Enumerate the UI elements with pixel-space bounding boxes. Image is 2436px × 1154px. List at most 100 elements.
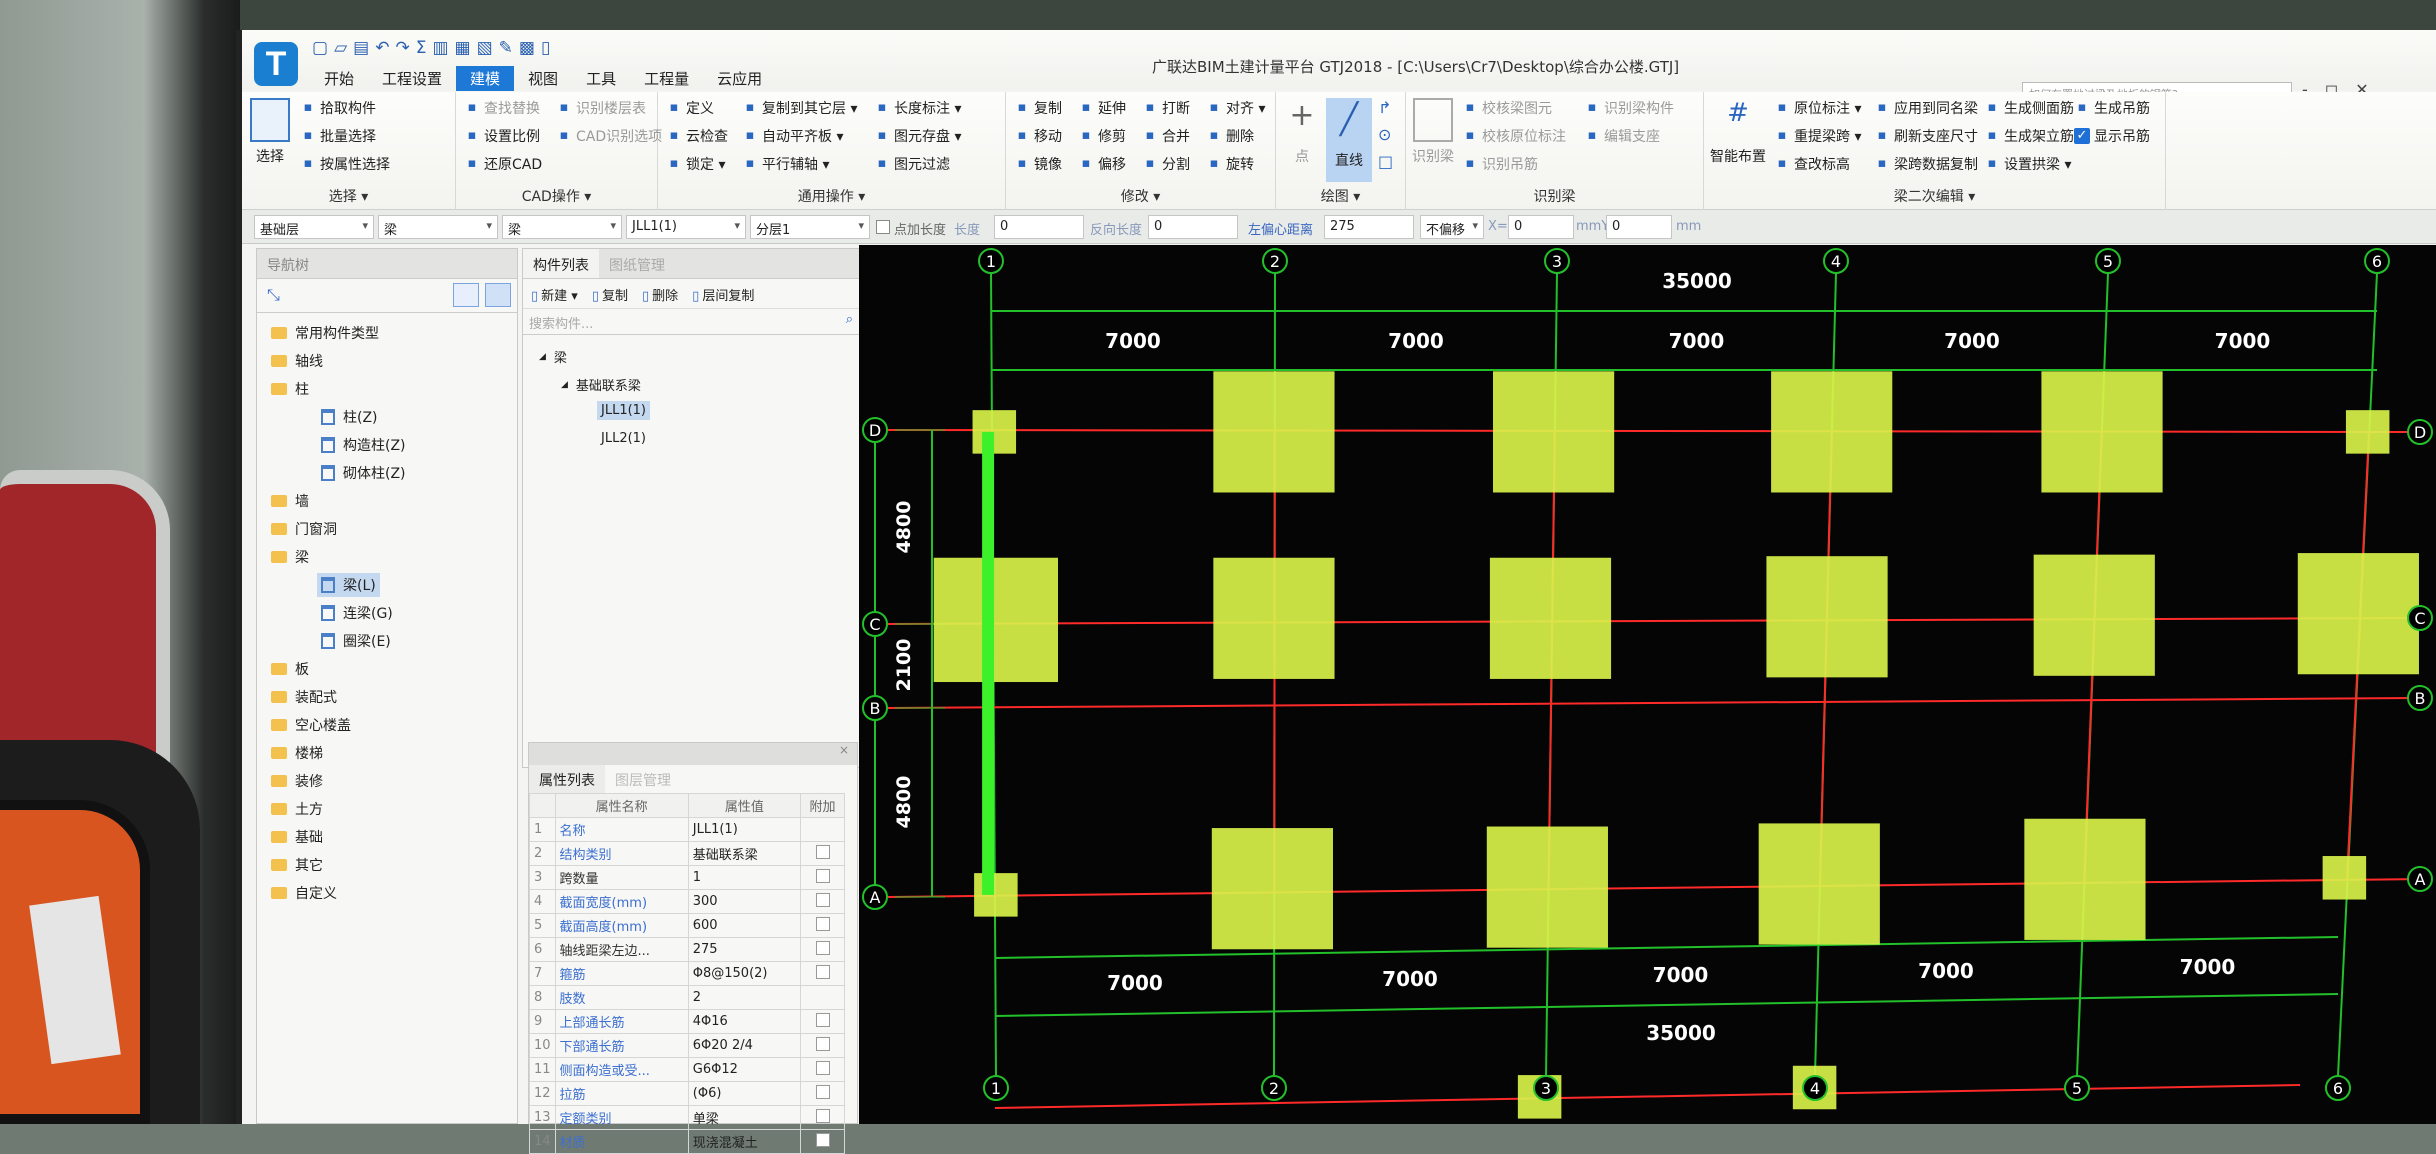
ribbon-item[interactable]: ▪ 偏移: [1078, 154, 1126, 174]
search-icon[interactable]: ⌕: [846, 312, 853, 327]
append-checkbox[interactable]: [815, 1084, 830, 1099]
nav-item[interactable]: 装配式: [267, 685, 341, 709]
layer-select[interactable]: 分层1: [750, 215, 870, 239]
nav-item[interactable]: 板: [267, 657, 313, 681]
ribbon-item[interactable]: ▪ 修剪: [1078, 126, 1126, 146]
nav-item[interactable]: 构造柱(Z): [317, 433, 410, 457]
table-row[interactable]: 8 肢数 2: [529, 985, 845, 1010]
append-checkbox[interactable]: [815, 844, 830, 859]
table-row[interactable]: 2 结构类别 基础联系梁: [529, 841, 845, 866]
nav-item[interactable]: 梁: [267, 545, 313, 569]
detail-view-icon[interactable]: [485, 283, 511, 307]
ribbon-item[interactable]: ▪ 对齐 ▾: [1206, 98, 1266, 118]
tab-0[interactable]: 开始: [310, 66, 368, 91]
append-checkbox[interactable]: [815, 1132, 830, 1147]
ribbon-item[interactable]: ▪ 自动平齐板 ▾: [742, 126, 857, 146]
length-input[interactable]: 0: [994, 215, 1084, 239]
ribbon-item[interactable]: ▪ 打断: [1142, 98, 1190, 118]
ribbon-item[interactable]: ▪ 还原CAD: [464, 154, 543, 174]
column[interactable]: [933, 557, 1059, 683]
ribbon-item[interactable]: ▪ 应用到同名梁: [1874, 98, 1978, 118]
property-value[interactable]: 275: [687, 937, 802, 962]
ribbon-item[interactable]: ▪ 拾取构件: [300, 98, 390, 118]
property-value[interactable]: 1: [687, 865, 802, 890]
property-value[interactable]: Φ8@150(2): [687, 961, 802, 986]
tree-item[interactable]: JLL1(1): [597, 401, 651, 420]
ribbon-item[interactable]: ▪ 校核原位标注: [1462, 126, 1566, 146]
nav-item[interactable]: 圈梁(E): [317, 629, 395, 653]
ribbon-item[interactable]: ▪ 删除: [1206, 126, 1265, 146]
column[interactable]: [1211, 828, 1333, 950]
tab-2[interactable]: 建模: [456, 66, 515, 91]
append-checkbox[interactable]: [815, 1012, 830, 1027]
component-select[interactable]: JLL1(1): [626, 215, 746, 239]
reverse-length-input[interactable]: 0: [1148, 215, 1238, 239]
ribbon-item[interactable]: ▪ 定义: [666, 98, 728, 118]
arc-icon[interactable]: ↱: [1378, 98, 1393, 117]
nav-item[interactable]: 梁(L): [317, 573, 380, 597]
tab-drawing-management[interactable]: 图纸管理: [599, 249, 675, 278]
ribbon-item[interactable]: ▪ 按属性选择: [300, 154, 390, 174]
property-value[interactable]: G6Φ12: [687, 1057, 802, 1082]
offset-input[interactable]: 275: [1324, 215, 1414, 239]
report-icon[interactable]: ▥: [432, 38, 448, 58]
ribbon-item[interactable]: ▪ 生成吊筋: [2074, 98, 2150, 118]
nav-item[interactable]: 墙: [267, 489, 313, 513]
nav-item[interactable]: 空心楼盖: [267, 713, 355, 737]
table-row[interactable]: 1 名称 JLL1(1): [529, 817, 845, 842]
toolbar-button[interactable]: ▯ 新建 ▾: [531, 285, 578, 304]
tab-5[interactable]: 工程量: [630, 66, 703, 91]
table-row[interactable]: 7 箍筋 Φ8@150(2): [529, 961, 845, 986]
extend-length-checkbox[interactable]: [876, 220, 890, 234]
append-checkbox[interactable]: [815, 1036, 830, 1051]
ribbon-item[interactable]: ▪ 复制到其它层 ▾: [742, 98, 858, 118]
column[interactable]: [2033, 554, 2155, 676]
tab-property-list[interactable]: 属性列表: [529, 765, 605, 793]
nav-item[interactable]: 轴线: [267, 349, 327, 373]
tab-component-list[interactable]: 构件列表: [523, 249, 599, 278]
ribbon-item[interactable]: ▪ 批量选择: [300, 126, 390, 146]
ribbon-item[interactable]: ▪ 锁定 ▾: [666, 154, 728, 174]
sum-icon[interactable]: Σ: [416, 38, 427, 58]
table-row[interactable]: 10 下部通长筋 6Φ20 2/4: [529, 1033, 845, 1058]
new-icon[interactable]: ▢: [312, 38, 328, 58]
toolbar-button[interactable]: ▯ 删除: [642, 285, 678, 304]
ribbon-item[interactable]: ▪ 延伸: [1078, 98, 1126, 118]
nav-item[interactable]: 基础: [267, 825, 327, 849]
ribbon-item[interactable]: ▪ 设置比例: [464, 126, 542, 146]
line-button[interactable]: ╱ 直线: [1326, 98, 1372, 182]
table-row[interactable]: 12 拉筋 (Φ6): [529, 1081, 845, 1106]
nav-item[interactable]: 自定义: [267, 881, 341, 905]
tree-item[interactable]: JLL2(1): [597, 429, 650, 448]
tab-4[interactable]: 工具: [572, 66, 630, 91]
property-value[interactable]: 300: [687, 889, 802, 914]
ribbon-item[interactable]: ▪ 旋转: [1206, 154, 1265, 174]
ribbon-item[interactable]: ▪ 重提梁跨 ▾: [1774, 126, 1862, 146]
nav-item[interactable]: 楼梯: [267, 741, 327, 765]
expand-icon[interactable]: ◢: [561, 380, 568, 390]
nav-item[interactable]: 砌体柱(Z): [317, 461, 410, 485]
tab-layer-management[interactable]: 图层管理: [605, 765, 681, 793]
pin-icon[interactable]: ⤡: [267, 285, 280, 305]
ribbon-item[interactable]: ▪ 分割: [1142, 154, 1190, 174]
x-input[interactable]: 0: [1508, 215, 1574, 239]
ribbon-item[interactable]: ▪ 图元存盘 ▾: [874, 126, 962, 146]
nav-item[interactable]: 柱: [267, 377, 313, 401]
column[interactable]: [1771, 371, 1893, 493]
expand-icon[interactable]: ◢: [539, 352, 546, 362]
ribbon-item[interactable]: ▪ 长度标注 ▾: [874, 98, 962, 118]
table-row[interactable]: 11 侧面构造或受... G6Φ12: [529, 1057, 845, 1082]
property-value[interactable]: JLL1(1): [687, 817, 802, 842]
append-checkbox[interactable]: [815, 916, 830, 931]
ribbon-item[interactable]: ▪ 镜像: [1014, 154, 1062, 174]
column[interactable]: [1213, 371, 1335, 493]
drawing-canvas[interactable]: 35000 7000 7000 7000 7000 7000 7000 7000 7000 700…: [859, 245, 2436, 1124]
grid-icon[interactable]: ▩: [519, 38, 535, 58]
ribbon-item[interactable]: ▪ 刷新支座尺寸: [1874, 126, 1978, 146]
table-row[interactable]: 5 截面高度(mm) 600: [529, 913, 845, 938]
ribbon-item[interactable]: ▪ 移动: [1014, 126, 1062, 146]
undo-icon[interactable]: ↶: [375, 38, 389, 58]
column[interactable]: [2297, 553, 2419, 675]
append-checkbox[interactable]: [815, 940, 830, 955]
column[interactable]: [1493, 371, 1615, 493]
